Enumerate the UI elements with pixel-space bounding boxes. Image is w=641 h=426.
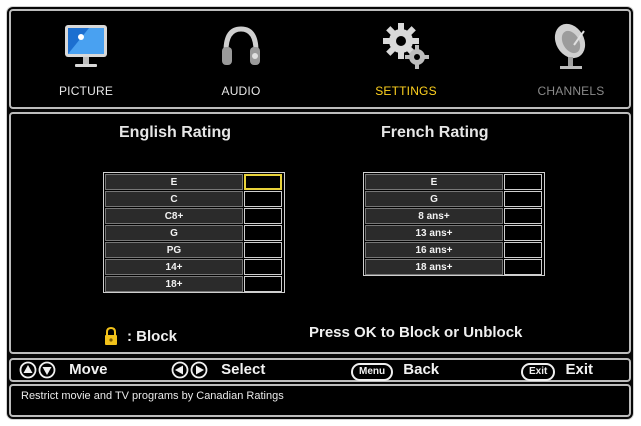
- rating-label: C: [105, 191, 243, 207]
- headphones-icon: [222, 26, 260, 65]
- rating-label: G: [365, 191, 503, 207]
- exit-key-icon: Exit: [521, 363, 556, 381]
- help-exit-label: Exit: [565, 361, 594, 378]
- rating-settings-panel: English Rating French Rating E C C8+ G P…: [9, 112, 631, 354]
- rating-row[interactable]: C8+: [104, 207, 284, 224]
- block-checkbox[interactable]: [504, 174, 542, 190]
- help-select-label: Select: [221, 361, 266, 378]
- menu-tab-settings[interactable]: SETTINGS: [331, 11, 481, 107]
- monitor-icon: [65, 25, 107, 67]
- english-rating-title: English Rating: [119, 124, 231, 141]
- block-checkbox[interactable]: [504, 259, 542, 275]
- rating-row[interactable]: 18 ans+: [364, 258, 544, 275]
- lock-icon: [105, 326, 117, 345]
- menu-tab-channels[interactable]: CHANNELS: [496, 11, 633, 107]
- up-down-arrows-icon: [19, 361, 56, 379]
- rating-row[interactable]: 8 ans+: [364, 207, 544, 224]
- rating-label: G: [105, 225, 243, 241]
- rating-label: E: [105, 174, 243, 190]
- menu-tab-picture[interactable]: PICTURE: [11, 11, 161, 107]
- gears-icon: [383, 23, 429, 69]
- block-checkbox[interactable]: [504, 225, 542, 241]
- block-checkbox[interactable]: [244, 174, 282, 190]
- block-checkbox[interactable]: [244, 276, 282, 292]
- help-move-label: Move: [69, 361, 108, 378]
- rating-row[interactable]: G: [104, 224, 284, 241]
- block-checkbox[interactable]: [244, 259, 282, 275]
- rating-row[interactable]: E: [364, 173, 544, 190]
- rating-label: 8 ans+: [365, 208, 503, 224]
- menu-tab-label: PICTURE: [58, 84, 114, 98]
- rating-row[interactable]: E: [104, 173, 284, 190]
- help-back-label: Back: [403, 361, 440, 378]
- rating-label: 18 ans+: [365, 259, 503, 275]
- satellite-dish-icon: [554, 23, 586, 69]
- help-exit: Exit Exit: [521, 361, 594, 381]
- menu-tab-label: AUDIO: [221, 84, 261, 98]
- rating-label: 14+: [105, 259, 243, 275]
- menu-tab-label: CHANNELS: [537, 84, 605, 98]
- rating-row[interactable]: 16 ans+: [364, 241, 544, 258]
- rating-row[interactable]: G: [364, 190, 544, 207]
- help-back: Menu Back: [351, 361, 440, 381]
- rating-label: 13 ans+: [365, 225, 503, 241]
- status-description: Restrict movie and TV programs by Canadi…: [21, 390, 284, 402]
- menu-tab-label: SETTINGS: [375, 84, 437, 98]
- tv-screen: PICTURE AUDIO SETTINGS CHANNELS English …: [7, 7, 633, 419]
- help-move: Move: [19, 361, 108, 379]
- help-select: Select: [171, 361, 265, 379]
- rating-row[interactable]: 18+: [104, 275, 284, 292]
- french-rating-table: E G 8 ans+ 13 ans+ 16 ans+ 18 ans+: [363, 172, 545, 276]
- block-checkbox[interactable]: [244, 191, 282, 207]
- french-rating-title: French Rating: [381, 124, 489, 141]
- block-checkbox[interactable]: [244, 225, 282, 241]
- rating-label: E: [365, 174, 503, 190]
- rating-label: 18+: [105, 276, 243, 292]
- block-checkbox[interactable]: [244, 208, 282, 224]
- rating-label: PG: [105, 242, 243, 258]
- rating-row[interactable]: C: [104, 190, 284, 207]
- block-checkbox[interactable]: [244, 242, 282, 258]
- menu-tab-audio[interactable]: AUDIO: [166, 11, 316, 107]
- status-bar: Restrict movie and TV programs by Canadi…: [9, 384, 631, 417]
- block-checkbox[interactable]: [504, 191, 542, 207]
- rating-label: 16 ans+: [365, 242, 503, 258]
- help-bar: Move Select Menu Back Exit Exit: [9, 358, 631, 382]
- english-rating-table: E C C8+ G PG 14+ 18+: [103, 172, 285, 293]
- menu-key-icon: Menu: [351, 363, 394, 381]
- left-right-arrows-icon: [171, 361, 208, 379]
- rating-row[interactable]: PG: [104, 241, 284, 258]
- rating-label: C8+: [105, 208, 243, 224]
- rating-row[interactable]: 14+: [104, 258, 284, 275]
- block-checkbox[interactable]: [504, 208, 542, 224]
- block-checkbox[interactable]: [504, 242, 542, 258]
- main-menu-bar: PICTURE AUDIO SETTINGS CHANNELS: [9, 9, 631, 109]
- lock-legend-label: : Block: [127, 328, 178, 345]
- press-ok-hint: Press OK to Block or Unblock: [309, 324, 523, 341]
- rating-row[interactable]: 13 ans+: [364, 224, 544, 241]
